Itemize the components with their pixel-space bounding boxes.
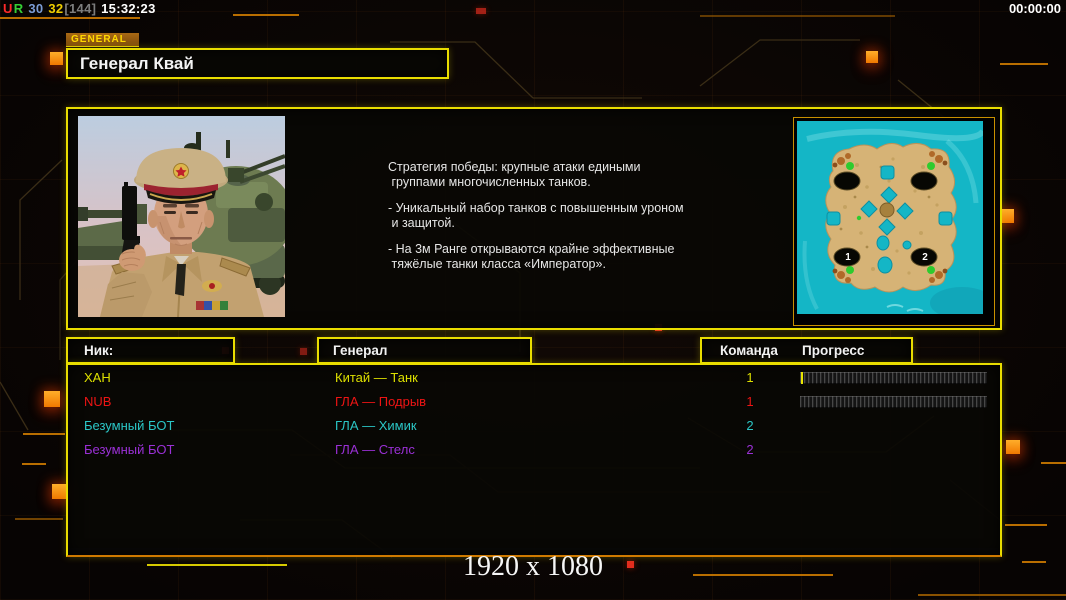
player-progress-bar	[800, 396, 987, 408]
strategy-paragraph: Стратегия победы: крупные атаки едиными …	[388, 160, 641, 189]
strategy-text: Стратегия победы: крупные атаки едиными …	[388, 160, 724, 283]
player-team: 2	[746, 418, 754, 433]
decor-square	[1000, 209, 1014, 223]
decor-line	[23, 433, 65, 435]
hud-status: UR 30 32[144] 15:32:23	[3, 1, 157, 16]
decor-square	[44, 391, 60, 407]
decor-line	[1041, 462, 1066, 464]
progress-cursor	[801, 372, 803, 384]
player-row: Безумный БОТ ГЛА — Стелс 2	[68, 438, 1000, 462]
decor-line	[15, 518, 63, 520]
hud-value-yellow: 32	[48, 1, 64, 16]
general-info-panel: Стратегия победы: крупные атаки едиными …	[66, 107, 1002, 330]
strategy-paragraph: - Уникальный набор танков с повышенным у…	[388, 201, 684, 230]
header-team-progress: Команда Прогресс	[700, 337, 913, 364]
header-team-label: Команда	[720, 343, 778, 358]
strategy-paragraph: - На 3м Ранге открываются крайне эффекти…	[388, 242, 675, 271]
decor-line	[700, 15, 895, 17]
hud-flag-u: U	[3, 1, 13, 16]
player-general: ГЛА — Стелс	[335, 442, 415, 457]
resolution-label: 1920 x 1080	[463, 551, 603, 582]
player-general: ГЛА — Химик	[335, 418, 417, 433]
hud-value-blue: 30	[28, 1, 44, 16]
minimap: 1 2	[793, 117, 995, 326]
general-tab: GENERAL	[66, 33, 139, 47]
decor-square	[1006, 440, 1020, 454]
decor-square	[866, 51, 878, 63]
decor-square	[50, 52, 63, 65]
minimap-image	[797, 121, 994, 319]
decor-line	[918, 594, 1066, 596]
player-nick: Безумный БОТ	[84, 442, 175, 457]
player-nick: Безумный БОТ	[84, 418, 175, 433]
player-rows: ХАН Китай — Танк 1 NUB ГЛА — Подрыв 1 Бе…	[68, 365, 1000, 555]
player-general: ГЛА — Подрыв	[335, 394, 427, 409]
hud-timer: 00:00:00	[1008, 1, 1061, 16]
header-progress-label: Прогресс	[802, 343, 865, 358]
decor-line	[0, 17, 140, 19]
decor-square-red	[476, 8, 486, 14]
hud-value-gray: [144]	[64, 1, 97, 16]
hud-clock: 15:32:23	[101, 1, 156, 16]
player-team: 1	[746, 370, 754, 385]
header-general: Генерал	[317, 337, 532, 364]
hud-flag-r: R	[13, 1, 24, 16]
start-position-1: 1	[845, 252, 851, 263]
player-team: 1	[746, 394, 754, 409]
general-portrait	[78, 116, 285, 317]
player-nick: ХАН	[84, 370, 111, 385]
decor-square-red	[300, 348, 307, 355]
player-general: Китай — Танк	[335, 370, 418, 385]
start-position-2: 2	[922, 252, 928, 263]
decor-line	[1005, 524, 1047, 526]
player-row: NUB ГЛА — Подрыв 1	[68, 390, 1000, 414]
player-row: Безумный БОТ ГЛА — Химик 2	[68, 414, 1000, 438]
page-title: Генерал Квай	[66, 48, 449, 79]
decor-square	[52, 484, 67, 499]
player-nick: NUB	[84, 394, 112, 409]
decor-line	[233, 14, 299, 16]
decor-line	[22, 463, 46, 465]
player-team: 2	[746, 442, 754, 457]
decor-line	[1000, 63, 1048, 65]
player-row: ХАН Китай — Танк 1	[68, 366, 1000, 390]
header-nick: Ник:	[66, 337, 235, 364]
player-progress-bar	[800, 372, 987, 384]
loading-screen: UR 30 32[144] 15:32:23 00:00:00 GENERAL …	[0, 0, 1066, 600]
player-table: ХАН Китай — Танк 1 NUB ГЛА — Подрыв 1 Бе…	[66, 363, 1002, 557]
